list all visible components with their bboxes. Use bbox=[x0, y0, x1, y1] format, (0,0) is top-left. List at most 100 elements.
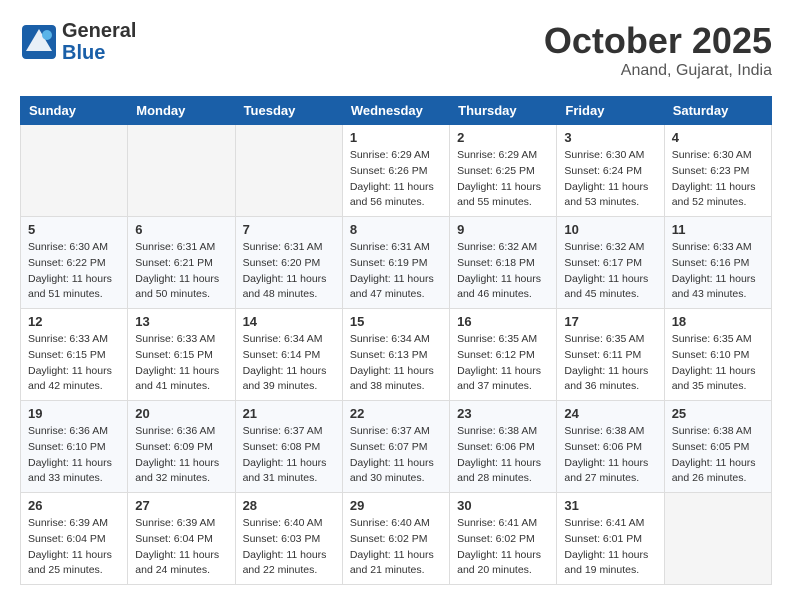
calendar-header-thursday: Thursday bbox=[450, 97, 557, 125]
calendar-cell: 12Sunrise: 6:33 AMSunset: 6:15 PMDayligh… bbox=[21, 309, 128, 401]
calendar-cell: 16 Sunrise: 6:35 AMSunset: 6:12 PMDayligh… bbox=[450, 309, 557, 401]
day-number: 20 bbox=[135, 406, 227, 421]
day-info: Sunrise: 6:33 AMSunset: 6:15 PMDaylight:… bbox=[135, 332, 227, 395]
day-info: Sunrise: 6:41 AMSunset: 6:01 PMDaylight:… bbox=[564, 516, 656, 579]
calendar-cell: 22 Sunrise: 6:37 AMSunset: 6:07 PMDayligh… bbox=[342, 401, 449, 493]
day-number: 6 bbox=[135, 222, 227, 237]
calendar-cell: 17Sunrise: 6:35 AMSunset: 6:11 PMDayligh… bbox=[557, 309, 664, 401]
day-info: Sunrise: 6:31 AMSunset: 6:21 PMDaylight:… bbox=[135, 240, 227, 303]
day-info: Sunrise: 6:30 AMSunset: 6:24 PMDaylight:… bbox=[564, 148, 656, 211]
day-number: 28 bbox=[243, 498, 335, 513]
calendar-header-saturday: Saturday bbox=[664, 97, 771, 125]
day-number: 9 bbox=[457, 222, 549, 237]
title-block: October 2025 Anand, Gujarat, India bbox=[544, 20, 772, 80]
day-number: 2 bbox=[457, 130, 549, 145]
calendar-week-2: 5 Sunrise: 6:30 AMSunset: 6:22 PMDaylight… bbox=[21, 217, 772, 309]
day-info: Sunrise: 6:38 AMSunset: 6:06 PMDaylight:… bbox=[457, 424, 549, 487]
day-number: 25 bbox=[672, 406, 764, 421]
day-info: Sunrise: 6:30 AMSunset: 6:22 PMDaylight:… bbox=[28, 240, 120, 303]
calendar-header-monday: Monday bbox=[128, 97, 235, 125]
day-info: Sunrise: 6:32 AMSunset: 6:18 PMDaylight:… bbox=[457, 240, 549, 303]
calendar-week-1: 1 Sunrise: 6:29 AMSunset: 6:26 PMDaylight… bbox=[21, 125, 772, 217]
calendar-cell: 4 Sunrise: 6:30 AMSunset: 6:23 PMDaylight… bbox=[664, 125, 771, 217]
day-number: 4 bbox=[672, 130, 764, 145]
calendar-header-wednesday: Wednesday bbox=[342, 97, 449, 125]
calendar-header-row: SundayMondayTuesdayWednesdayThursdayFrid… bbox=[21, 97, 772, 125]
calendar-cell: 6 Sunrise: 6:31 AMSunset: 6:21 PMDaylight… bbox=[128, 217, 235, 309]
logo-icon bbox=[20, 23, 58, 61]
day-info: Sunrise: 6:40 AMSunset: 6:02 PMDaylight:… bbox=[350, 516, 442, 579]
calendar-cell: 27Sunrise: 6:39 AMSunset: 6:04 PMDayligh… bbox=[128, 493, 235, 585]
calendar-cell: 7Sunrise: 6:31 AMSunset: 6:20 PMDaylight… bbox=[235, 217, 342, 309]
day-number: 30 bbox=[457, 498, 549, 513]
calendar-week-5: 26 Sunrise: 6:39 AMSunset: 6:04 PMDayligh… bbox=[21, 493, 772, 585]
calendar-cell bbox=[21, 125, 128, 217]
day-info: Sunrise: 6:32 AMSunset: 6:17 PMDaylight:… bbox=[564, 240, 656, 303]
day-number: 23 bbox=[457, 406, 549, 421]
calendar-cell: 25 Sunrise: 6:38 AMSunset: 6:05 PMDayligh… bbox=[664, 401, 771, 493]
calendar-cell: 10 Sunrise: 6:32 AMSunset: 6:17 PMDayligh… bbox=[557, 217, 664, 309]
calendar-cell: 18 Sunrise: 6:35 AMSunset: 6:10 PMDayligh… bbox=[664, 309, 771, 401]
day-info: Sunrise: 6:33 AMSunset: 6:16 PMDaylight:… bbox=[672, 240, 764, 303]
calendar-cell: 14 Sunrise: 6:34 AMSunset: 6:14 PMDayligh… bbox=[235, 309, 342, 401]
day-info: Sunrise: 6:34 AMSunset: 6:14 PMDaylight:… bbox=[243, 332, 335, 395]
calendar-cell: 3 Sunrise: 6:30 AMSunset: 6:24 PMDaylight… bbox=[557, 125, 664, 217]
calendar-cell: 1 Sunrise: 6:29 AMSunset: 6:26 PMDaylight… bbox=[342, 125, 449, 217]
calendar-cell: 24Sunrise: 6:38 AMSunset: 6:06 PMDayligh… bbox=[557, 401, 664, 493]
calendar-cell bbox=[235, 125, 342, 217]
day-info: Sunrise: 6:39 AMSunset: 6:04 PMDaylight:… bbox=[28, 516, 120, 579]
calendar-cell: 15Sunrise: 6:34 AMSunset: 6:13 PMDayligh… bbox=[342, 309, 449, 401]
page-header: General​ Blue October 2025 Anand, Gujara… bbox=[20, 20, 772, 80]
day-number: 17 bbox=[564, 314, 656, 329]
day-number: 5 bbox=[28, 222, 120, 237]
day-info: Sunrise: 6:31 AMSunset: 6:19 PMDaylight:… bbox=[350, 240, 442, 303]
day-number: 12 bbox=[28, 314, 120, 329]
calendar-cell: 28Sunrise: 6:40 AMSunset: 6:03 PMDayligh… bbox=[235, 493, 342, 585]
calendar-header-sunday: Sunday bbox=[21, 97, 128, 125]
day-number: 8 bbox=[350, 222, 442, 237]
calendar-cell: 29Sunrise: 6:40 AMSunset: 6:02 PMDayligh… bbox=[342, 493, 449, 585]
calendar-week-3: 12 Sunrise: 6:33 AMSunset: 6:15 PMDayligh… bbox=[21, 309, 772, 401]
day-info: Sunrise: 6:31 AMSunset: 6:20 PMDaylight:… bbox=[243, 240, 335, 303]
calendar-cell: 30 Sunrise: 6:41 AMSunset: 6:02 PMDayligh… bbox=[450, 493, 557, 585]
day-number: 16 bbox=[457, 314, 549, 329]
day-number: 21 bbox=[243, 406, 335, 421]
logo-blue: Blue bbox=[62, 42, 136, 64]
calendar-cell: 31 Sunrise: 6:41 AMSunset: 6:01 PMDayligh… bbox=[557, 493, 664, 585]
calendar-cell: 9 Sunrise: 6:32 AMSunset: 6:18 PMDaylight… bbox=[450, 217, 557, 309]
day-info: Sunrise: 6:38 AMSunset: 6:05 PMDaylight:… bbox=[672, 424, 764, 487]
day-number: 3 bbox=[564, 130, 656, 145]
day-number: 13 bbox=[135, 314, 227, 329]
calendar-cell: 23 Sunrise: 6:38 AMSunset: 6:06 PMDayligh… bbox=[450, 401, 557, 493]
day-number: 15 bbox=[350, 314, 442, 329]
day-info: Sunrise: 6:39 AMSunset: 6:04 PMDaylight:… bbox=[135, 516, 227, 579]
day-info: Sunrise: 6:29 AMSunset: 6:25 PMDaylight:… bbox=[457, 148, 549, 211]
day-info: Sunrise: 6:35 AMSunset: 6:10 PMDaylight:… bbox=[672, 332, 764, 395]
day-info: Sunrise: 6:35 AMSunset: 6:12 PMDaylight:… bbox=[457, 332, 549, 395]
day-number: 10 bbox=[564, 222, 656, 237]
day-number: 18 bbox=[672, 314, 764, 329]
calendar-cell: 13 Sunrise: 6:33 AMSunset: 6:15 PMDayligh… bbox=[128, 309, 235, 401]
day-info: Sunrise: 6:30 AMSunset: 6:23 PMDaylight:… bbox=[672, 148, 764, 211]
calendar-cell: 21Sunrise: 6:37 AMSunset: 6:08 PMDayligh… bbox=[235, 401, 342, 493]
day-info: Sunrise: 6:29 AMSunset: 6:26 PMDaylight:… bbox=[350, 148, 442, 211]
day-number: 31 bbox=[564, 498, 656, 513]
calendar-cell: 2 Sunrise: 6:29 AMSunset: 6:25 PMDaylight… bbox=[450, 125, 557, 217]
calendar-cell: 5 Sunrise: 6:30 AMSunset: 6:22 PMDaylight… bbox=[21, 217, 128, 309]
logo: General​ Blue bbox=[20, 20, 136, 64]
day-number: 14 bbox=[243, 314, 335, 329]
day-number: 1 bbox=[350, 130, 442, 145]
day-info: Sunrise: 6:37 AMSunset: 6:07 PMDaylight:… bbox=[350, 424, 442, 487]
day-info: Sunrise: 6:41 AMSunset: 6:02 PMDaylight:… bbox=[457, 516, 549, 579]
calendar-cell: 19Sunrise: 6:36 AMSunset: 6:10 PMDayligh… bbox=[21, 401, 128, 493]
calendar-cell bbox=[128, 125, 235, 217]
calendar-cell: 8 Sunrise: 6:31 AMSunset: 6:19 PMDaylight… bbox=[342, 217, 449, 309]
day-number: 26 bbox=[28, 498, 120, 513]
day-info: Sunrise: 6:38 AMSunset: 6:06 PMDaylight:… bbox=[564, 424, 656, 487]
calendar-header-friday: Friday bbox=[557, 97, 664, 125]
location: Anand, Gujarat, India bbox=[544, 62, 772, 80]
calendar-body: 1 Sunrise: 6:29 AMSunset: 6:26 PMDaylight… bbox=[21, 125, 772, 585]
day-number: 22 bbox=[350, 406, 442, 421]
calendar-cell: 11Sunrise: 6:33 AMSunset: 6:16 PMDayligh… bbox=[664, 217, 771, 309]
calendar-cell: 20Sunrise: 6:36 AMSunset: 6:09 PMDayligh… bbox=[128, 401, 235, 493]
